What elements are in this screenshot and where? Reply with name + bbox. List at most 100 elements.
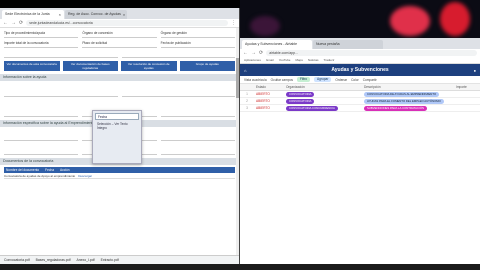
group-button[interactable]: Grupo de ayudas — [179, 61, 235, 71]
amount-cell[interactable] — [454, 91, 480, 97]
doc-name: Convocatoria de ayudas de Apoyo al empre… — [4, 174, 76, 178]
resolution-button[interactable]: Ver resolución de concesión de ayudas — [121, 61, 177, 71]
form-field — [160, 129, 235, 141]
scroll-thumb[interactable] — [236, 58, 239, 98]
table-row[interactable]: 2 ABIERTO CONVOCATORIA AYUDAS PARA EL FOMEN… — [240, 98, 480, 105]
back-icon[interactable]: ← — [3, 20, 8, 26]
left-browser-window: Sede Electrónica de la Junta × Reg. de As… — [0, 8, 240, 264]
form-field — [4, 129, 79, 141]
menu-icon[interactable]: ⋮ — [231, 20, 236, 26]
form-field: Plazo de solicitud — [82, 40, 157, 48]
close-icon[interactable]: × — [59, 10, 61, 19]
table-row[interactable]: 3 ABIERTO CONVOCATORIA CONCURRENCIA SUBVENC… — [240, 105, 480, 112]
view-toolbar: Vista cuadrícula Ocultar campos Filtro A… — [240, 76, 480, 84]
airtable-header: ⌂ Ayudas y Subvenciones ● — [240, 64, 480, 76]
date-popup: Fecha Selección – Ver Texto Íntegro — [92, 110, 142, 164]
bookmark[interactable]: YouTube — [279, 57, 291, 63]
form-field: Tipo de procedimiento/ayuda — [4, 30, 79, 38]
form-field — [4, 143, 79, 155]
bookmark[interactable]: Aplicaciones — [244, 57, 261, 63]
taskbar — [0, 264, 480, 270]
reload-icon[interactable]: ⟳ — [259, 50, 263, 56]
column-header[interactable]: Estado — [254, 84, 284, 90]
download-item[interactable]: Convocatoria.pdf — [4, 258, 30, 262]
filter-button[interactable]: Filtro — [296, 77, 311, 82]
popup-line-2[interactable]: Selección – Ver Texto Íntegro — [95, 120, 139, 132]
bases-button[interactable]: Ver documentación de bases reguladoras — [62, 61, 118, 71]
row-number: 3 — [246, 106, 248, 110]
status-cell[interactable]: ABIERTO — [254, 105, 284, 111]
wallpaper-shape — [250, 16, 280, 36]
share-button[interactable]: Compartir — [363, 78, 377, 82]
download-item[interactable]: Bases_reguladoras.pdf — [36, 258, 71, 262]
left-tab-2[interactable]: Reg. de Asoc. Convoc. de Ayudas × — [65, 10, 127, 19]
description-chip: SUBVENCIONES PARA LA CONTRATACIÓN — [364, 105, 428, 111]
description-cell[interactable]: CONVOCATORIA DE AYUDAS AL EMPRENDIMIENTO — [362, 91, 454, 97]
column-header[interactable]: Organización — [284, 84, 362, 90]
form-field — [4, 99, 79, 117]
amount-cell[interactable] — [454, 105, 480, 111]
org-cell[interactable]: CONVOCATORIA — [284, 91, 362, 97]
documents-button[interactable]: Ver documentos de esta convocatoria — [4, 61, 60, 71]
form-row: Tipo de procedimiento/ayuda Órgano de co… — [4, 30, 235, 38]
left-address-bar: ← → ⟳ sede.juntadeandalucia.es/...convoc… — [0, 19, 239, 28]
bookmark[interactable]: Traducir — [324, 57, 335, 63]
form-field — [4, 50, 118, 58]
right-tab-2[interactable]: Nueva pestaña — [313, 40, 383, 49]
hide-fields-button[interactable]: Ocultar campos — [271, 78, 293, 82]
group-button[interactable]: Agrupar — [314, 77, 332, 82]
sort-button[interactable]: Ordenar — [335, 78, 347, 82]
row-number: 2 — [246, 99, 248, 103]
section-info-header: Información sobre la ayuda — [0, 74, 239, 81]
form-row: Importe total de la convocatoria Plazo d… — [4, 40, 235, 48]
right-tab-strip: Ayudas y Subvenciones - Airtable Nueva p… — [240, 38, 480, 49]
download-item[interactable]: Extracto.pdf — [101, 258, 119, 262]
base-title[interactable]: Ayudas y Subvenciones — [240, 67, 480, 73]
org-chip: CONVOCATORIA CONCURRENCIA — [286, 105, 338, 111]
column-header[interactable]: Importe — [454, 84, 480, 90]
description-cell[interactable]: AYUDAS PARA EL FOMENTO DEL EMPLEO AUTÓNO… — [362, 98, 454, 104]
bookmark[interactable]: Gmail — [266, 57, 274, 63]
color-button[interactable]: Color — [351, 78, 359, 82]
reload-icon[interactable]: ⟳ — [19, 20, 23, 26]
org-cell[interactable]: CONVOCATORIA — [284, 98, 362, 104]
download-link[interactable]: Descargar — [78, 173, 92, 178]
desktop-wallpaper — [240, 0, 480, 38]
bookmarks-bar: Aplicaciones Gmail YouTube Maps Noticias… — [240, 57, 480, 64]
org-chip: CONVOCATORIA — [286, 91, 315, 97]
right-url-field[interactable]: airtable.com/app... — [266, 50, 477, 56]
right-address-bar: ← → ⟳ airtable.com/app... — [240, 49, 480, 57]
form-field — [160, 99, 235, 117]
status-cell[interactable]: ABIERTO — [254, 98, 284, 104]
view-switcher[interactable]: Vista cuadrícula — [244, 78, 267, 82]
status-cell[interactable]: ABIERTO — [254, 91, 284, 97]
org-chip: CONVOCATORIA — [286, 98, 315, 104]
amount-cell[interactable] — [454, 98, 480, 104]
bookmark[interactable]: Noticias — [308, 57, 319, 63]
forward-icon[interactable]: → — [11, 20, 16, 26]
org-cell[interactable]: CONVOCATORIA CONCURRENCIA — [284, 105, 362, 111]
close-icon[interactable]: × — [123, 10, 125, 19]
left-scrollbar[interactable] — [236, 28, 239, 255]
forward-icon[interactable]: → — [251, 50, 256, 56]
column-header[interactable]: Descripción — [362, 84, 454, 90]
description-cell[interactable]: SUBVENCIONES PARA LA CONTRATACIÓN — [362, 105, 454, 111]
left-tab-1[interactable]: Sede Electrónica de la Junta × — [2, 10, 64, 19]
left-url-field[interactable]: sede.juntadeandalucia.es/...convocatoria — [26, 20, 228, 26]
download-item[interactable]: Anexo_I.pdf — [77, 258, 95, 262]
screen: Sede Electrónica de la Junta × Reg. de As… — [0, 0, 480, 270]
form-field — [160, 143, 235, 155]
bookmark[interactable]: Maps — [295, 57, 302, 63]
grid-header: Estado Organización Descripción Importe — [240, 84, 480, 91]
popup-line-1[interactable]: Fecha — [95, 113, 139, 120]
right-tab-1[interactable]: Ayudas y Subvenciones - Airtable — [242, 40, 312, 49]
table-row[interactable]: 1 ABIERTO CONVOCATORIA CONVOCATORIA DE AYUD… — [240, 91, 480, 98]
wallpaper-shape — [440, 2, 470, 36]
download-bar: Convocatoria.pdf Bases_reguladoras.pdf A… — [0, 255, 239, 264]
grid-body: 1 ABIERTO CONVOCATORIA CONVOCATORIA DE AYUD… — [240, 91, 480, 112]
action-buttons: Ver documentos de esta convocatoria Ver … — [4, 61, 235, 71]
form-field — [4, 83, 118, 97]
back-icon[interactable]: ← — [243, 50, 248, 56]
row-number: 1 — [246, 92, 248, 96]
form-field: Órgano de concesión — [82, 30, 157, 38]
